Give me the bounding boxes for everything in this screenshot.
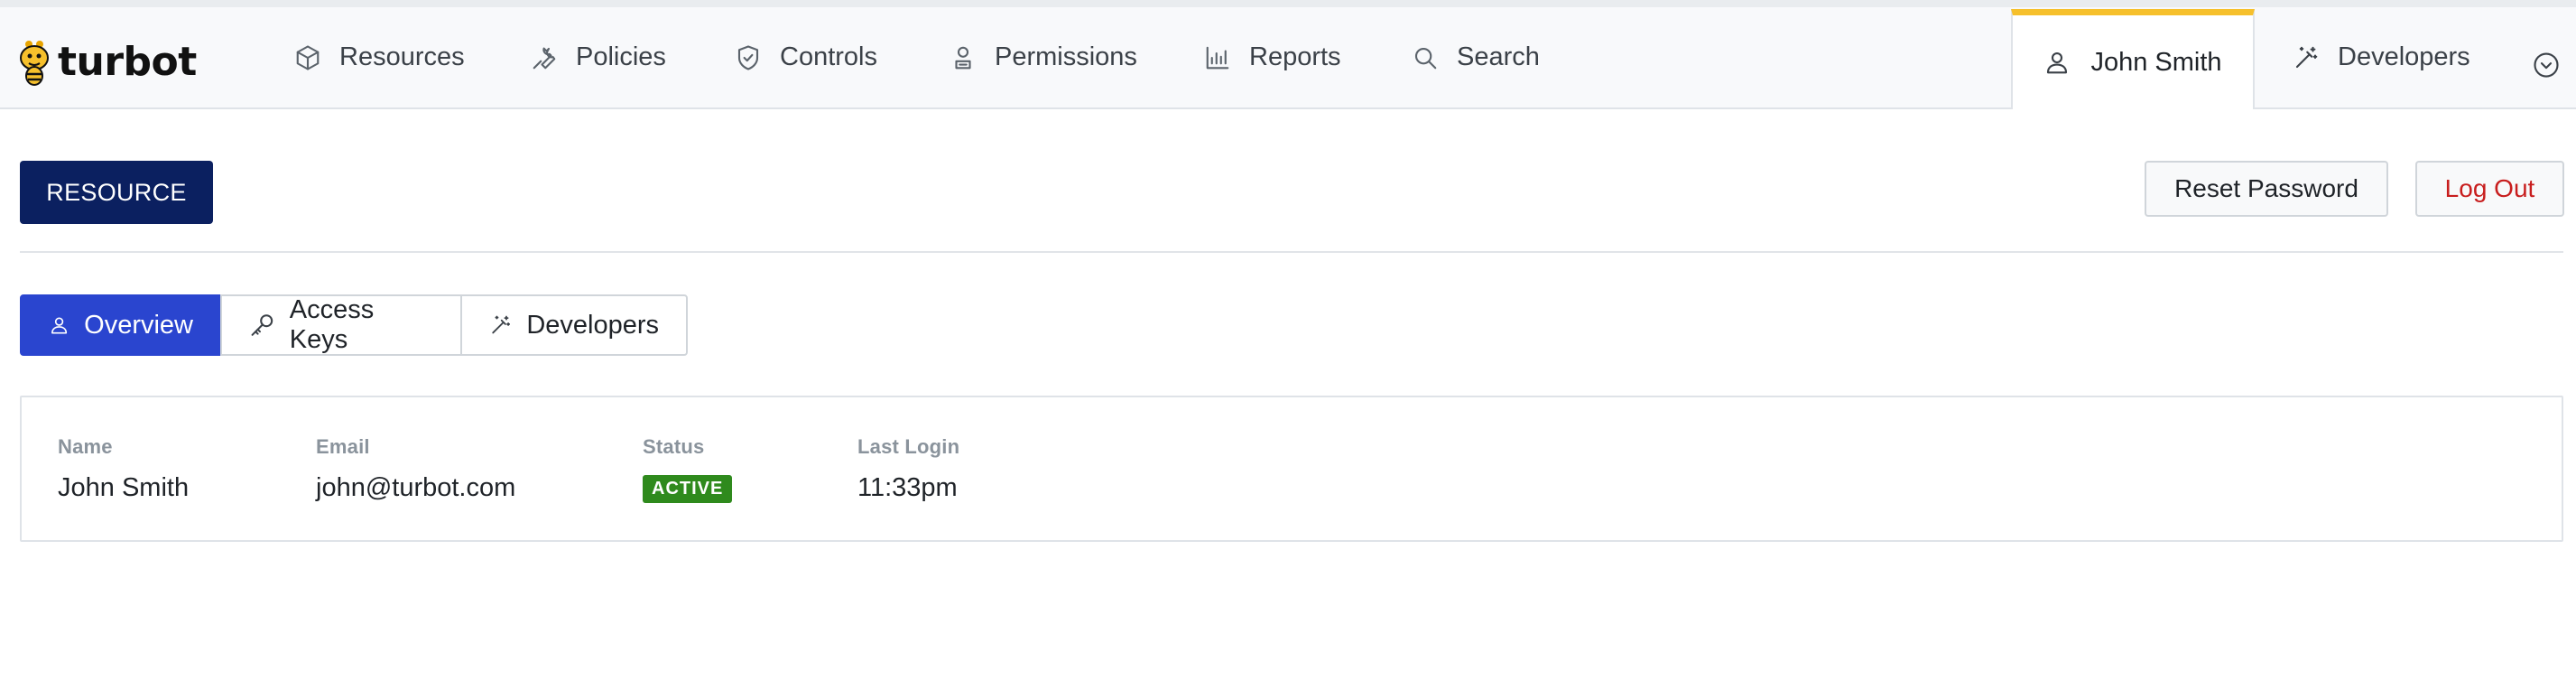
field-email: Email john@turbot.com <box>316 435 515 503</box>
search-icon <box>1414 47 1437 69</box>
key-icon <box>251 314 273 336</box>
tab-overview-label: Overview <box>84 310 193 340</box>
log-out-button[interactable]: Log Out <box>2415 161 2564 217</box>
resource-type-badge: RESOURCE <box>20 161 213 224</box>
nav-resources[interactable]: Resources <box>294 7 465 107</box>
status-label: Status <box>643 435 705 458</box>
reset-password-button[interactable]: Reset Password <box>2145 161 2388 217</box>
bee-logo-icon <box>20 41 49 86</box>
top-border <box>0 0 2576 7</box>
email-label: Email <box>316 435 370 458</box>
magic-wand-icon <box>2295 46 2318 68</box>
nav-permissions[interactable]: Permissions <box>950 7 1137 107</box>
nav-reports[interactable]: Reports <box>1204 7 1341 107</box>
nav-resources-label: Resources <box>339 42 465 71</box>
logo-wordmark: turbot <box>58 38 197 85</box>
email-value: john@turbot.com <box>316 473 516 502</box>
turbot-logo[interactable]: turbot <box>16 34 197 89</box>
shield-check-icon <box>737 44 759 70</box>
nav-controls-label: Controls <box>780 42 877 71</box>
top-navigation-bar: turbot Resources Policies Controls Permi… <box>0 7 2576 109</box>
user-icon <box>2047 51 2068 74</box>
nav-developers-label: Developers <box>2338 42 2470 71</box>
tab-access-keys[interactable]: Access Keys <box>220 294 462 356</box>
nav-policies-label: Policies <box>576 42 666 71</box>
field-last-login: Last Login 11:33pm <box>857 435 959 503</box>
field-status: Status ACTIVE <box>643 435 733 503</box>
nav-search-label: Search <box>1457 42 1540 71</box>
chevron-down-circle-icon[interactable] <box>2533 51 2560 79</box>
name-value: John Smith <box>58 473 190 502</box>
nav-controls[interactable]: Controls <box>735 7 877 107</box>
resource-tabs: Overview Access Keys Developers <box>20 294 688 356</box>
nav-developers[interactable]: Developers <box>2293 7 2470 107</box>
field-name: Name John Smith <box>58 435 189 503</box>
last-login-label: Last Login <box>857 435 960 458</box>
tab-overview[interactable]: Overview <box>20 294 222 356</box>
last-login-value: 11:33pm <box>857 473 958 502</box>
user-details-card: Name John Smith Email john@turbot.com St… <box>20 396 2563 542</box>
nav-reports-label: Reports <box>1249 42 1341 71</box>
user-tab-label: John Smith <box>2090 47 2222 77</box>
nav-search[interactable]: Search <box>1412 7 1540 107</box>
wrench-icon <box>533 47 556 69</box>
tab-developers-label: Developers <box>526 310 659 340</box>
status-badge: ACTIVE <box>643 475 733 503</box>
magic-wand-icon <box>492 315 511 334</box>
name-label: Name <box>58 435 113 458</box>
nav-permissions-label: Permissions <box>995 42 1137 71</box>
header-divider <box>20 251 2563 253</box>
nav-policies[interactable]: Policies <box>531 7 666 107</box>
cube-icon <box>296 44 320 70</box>
bar-chart-icon <box>1206 46 1229 69</box>
tab-access-keys-label: Access Keys <box>289 295 375 354</box>
nav-user-john-smith[interactable]: John Smith <box>2011 9 2255 109</box>
user-badge-icon <box>955 46 971 69</box>
tab-developers[interactable]: Developers <box>460 294 688 356</box>
user-icon <box>51 317 68 334</box>
